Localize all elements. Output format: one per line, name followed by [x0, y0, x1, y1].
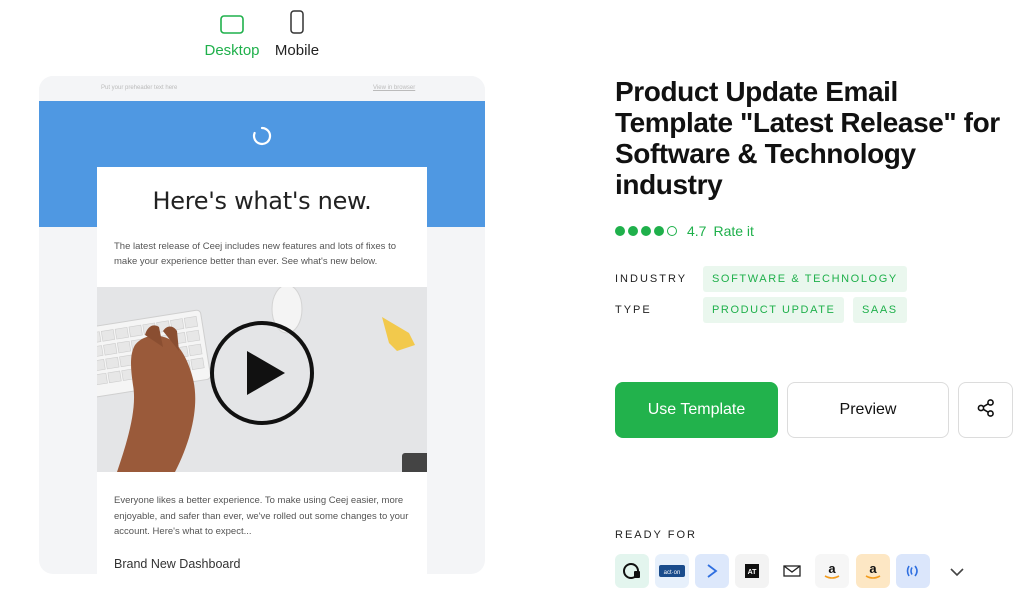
amazon-icon[interactable]: a	[815, 554, 849, 588]
template-title: Product Update Email Template "Latest Re…	[615, 76, 1000, 200]
mobile-view-button[interactable]: Mobile	[270, 6, 324, 59]
preheader-bar: Put your preheader text here View in bro…	[39, 76, 485, 101]
aweber-icon[interactable]: AT	[735, 554, 769, 588]
view-in-browser-link[interactable]: View in browser	[373, 85, 415, 91]
rating: 4.7 Rate it	[615, 223, 754, 239]
hero-video-thumbnail[interactable]	[97, 287, 427, 472]
loading-arc-icon	[250, 124, 274, 148]
email-section-heading: Brand New Dashboard	[114, 557, 241, 571]
act-on-icon[interactable]: act·on	[655, 554, 689, 588]
device-toggle: Desktop Mobile	[196, 6, 336, 62]
email-headline: Here's what's new.	[152, 187, 372, 215]
desktop-view-button[interactable]: Desktop	[196, 6, 268, 59]
share-button[interactable]	[958, 382, 1013, 438]
mobile-label: Mobile	[274, 42, 320, 59]
rating-dot-empty	[667, 226, 677, 236]
sendgrid-arrow-icon[interactable]	[695, 554, 729, 588]
industry-label: INDUSTRY	[615, 273, 688, 285]
preheader-text: Put your preheader text here	[101, 85, 178, 91]
type-tag[interactable]: SAAS	[853, 297, 907, 323]
wifi-wave-icon[interactable]	[896, 554, 930, 588]
ready-for-label: READY FOR	[615, 529, 697, 541]
email-body: Here's what's new. The latest release of…	[97, 167, 427, 574]
svg-text:AT: AT	[748, 569, 758, 576]
rating-value: 4.7	[687, 223, 707, 239]
use-template-button[interactable]: Use Template	[615, 382, 778, 438]
rating-dot-filled	[654, 226, 664, 236]
email-preview: Put your preheader text here View in bro…	[39, 76, 485, 574]
email-intro: The latest release of Ceej includes new …	[114, 241, 396, 267]
svg-text:a: a	[869, 561, 877, 576]
rating-dot-filled	[615, 226, 625, 236]
chevron-down-icon[interactable]	[946, 562, 968, 582]
svg-text:act·on: act·on	[664, 570, 681, 576]
rating-dot-filled	[628, 226, 638, 236]
type-tag[interactable]: PRODUCT UPDATE	[703, 297, 845, 323]
mail-icon[interactable]	[775, 554, 809, 588]
industry-tag[interactable]: SOFTWARE & TECHNOLOGY	[703, 266, 907, 292]
desktop-icon	[196, 6, 268, 34]
desktop-label: Desktop	[204, 42, 260, 59]
email-body-text: Everyone likes a better experience. To m…	[114, 495, 409, 537]
rate-it-link[interactable]: Rate it	[713, 223, 753, 239]
rating-dot-filled	[641, 226, 651, 236]
campaign-monitor-icon[interactable]	[615, 554, 649, 588]
type-label: TYPE	[615, 304, 652, 316]
preview-button[interactable]: Preview	[787, 382, 949, 438]
share-icon	[976, 398, 996, 423]
amazon-ses-icon[interactable]: a	[856, 554, 890, 588]
mobile-icon	[270, 6, 324, 34]
svg-text:a: a	[828, 561, 836, 576]
